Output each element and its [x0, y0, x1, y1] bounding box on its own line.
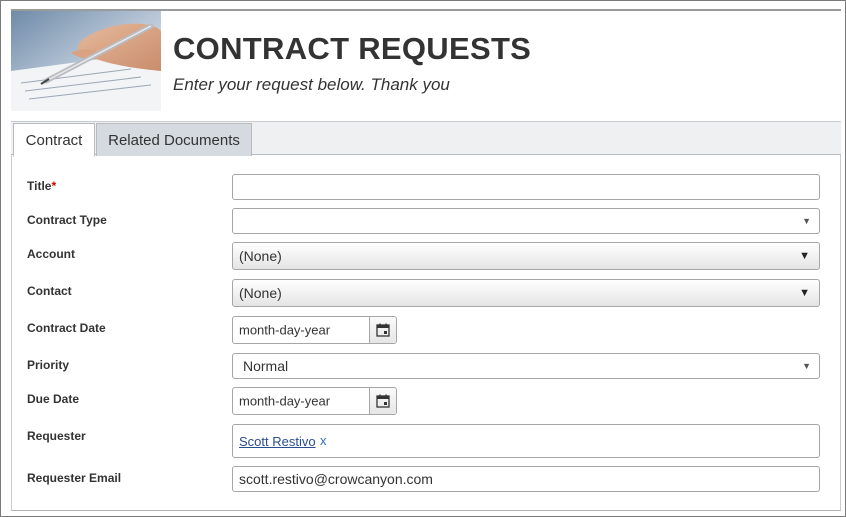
chevron-down-icon: ▼: [802, 361, 811, 371]
contract-date-placeholder: month-day-year: [239, 322, 331, 338]
title-input[interactable]: [232, 174, 820, 200]
due-date-placeholder: month-day-year: [239, 393, 331, 409]
title-label: Title*: [27, 179, 56, 193]
chevron-down-icon: ▼: [799, 287, 810, 299]
chevron-down-icon: ▼: [802, 216, 811, 226]
remove-requester-button[interactable]: x: [320, 433, 327, 448]
calendar-icon[interactable]: [369, 317, 396, 343]
contract-type-label: Contract Type: [27, 213, 107, 227]
account-value: (None): [239, 248, 282, 264]
priority-label: Priority: [27, 358, 70, 372]
requester-email-value: scott.restivo@crowcanyon.com: [239, 471, 433, 487]
tab-related-documents[interactable]: Related Documents: [96, 123, 252, 156]
chevron-down-icon: ▼: [799, 250, 810, 262]
page-subtitle: Enter your request below. Thank you: [173, 75, 450, 94]
account-select[interactable]: (None) ▼: [232, 242, 820, 270]
form-window: CONTRACT REQUESTS Enter your request bel…: [0, 0, 846, 517]
account-label: Account: [27, 247, 75, 261]
due-date-label: Due Date: [27, 392, 80, 406]
priority-value: Normal: [243, 358, 289, 374]
contact-value: (None): [239, 285, 282, 301]
requester-email-input[interactable]: scott.restivo@crowcanyon.com: [232, 466, 820, 492]
contact-select[interactable]: (None) ▼: [232, 279, 820, 307]
tab-bar: Contract Related Documents: [11, 121, 841, 157]
contact-label: Contact: [27, 284, 72, 298]
title-label-text: Title: [27, 179, 52, 193]
page-title: CONTRACT REQUESTS: [173, 31, 532, 66]
calendar-icon[interactable]: [369, 388, 396, 414]
contract-type-select[interactable]: ▼: [232, 208, 820, 234]
priority-select[interactable]: Normal ▼: [232, 353, 820, 379]
due-date-input[interactable]: month-day-year: [232, 387, 397, 415]
requester-name-link[interactable]: Scott Restivo: [239, 434, 316, 449]
requester-email-label: Requester Email: [27, 471, 122, 485]
tab-contract[interactable]: Contract: [13, 123, 95, 157]
requester-label: Requester: [27, 429, 86, 443]
pen-signing-image: [11, 11, 161, 111]
required-marker: *: [51, 179, 57, 193]
contract-date-label: Contract Date: [27, 321, 106, 335]
header-banner: CONTRACT REQUESTS Enter your request bel…: [11, 9, 841, 111]
requester-people-picker[interactable]: Scott Restivo x: [232, 424, 820, 458]
contract-date-input[interactable]: month-day-year: [232, 316, 397, 344]
